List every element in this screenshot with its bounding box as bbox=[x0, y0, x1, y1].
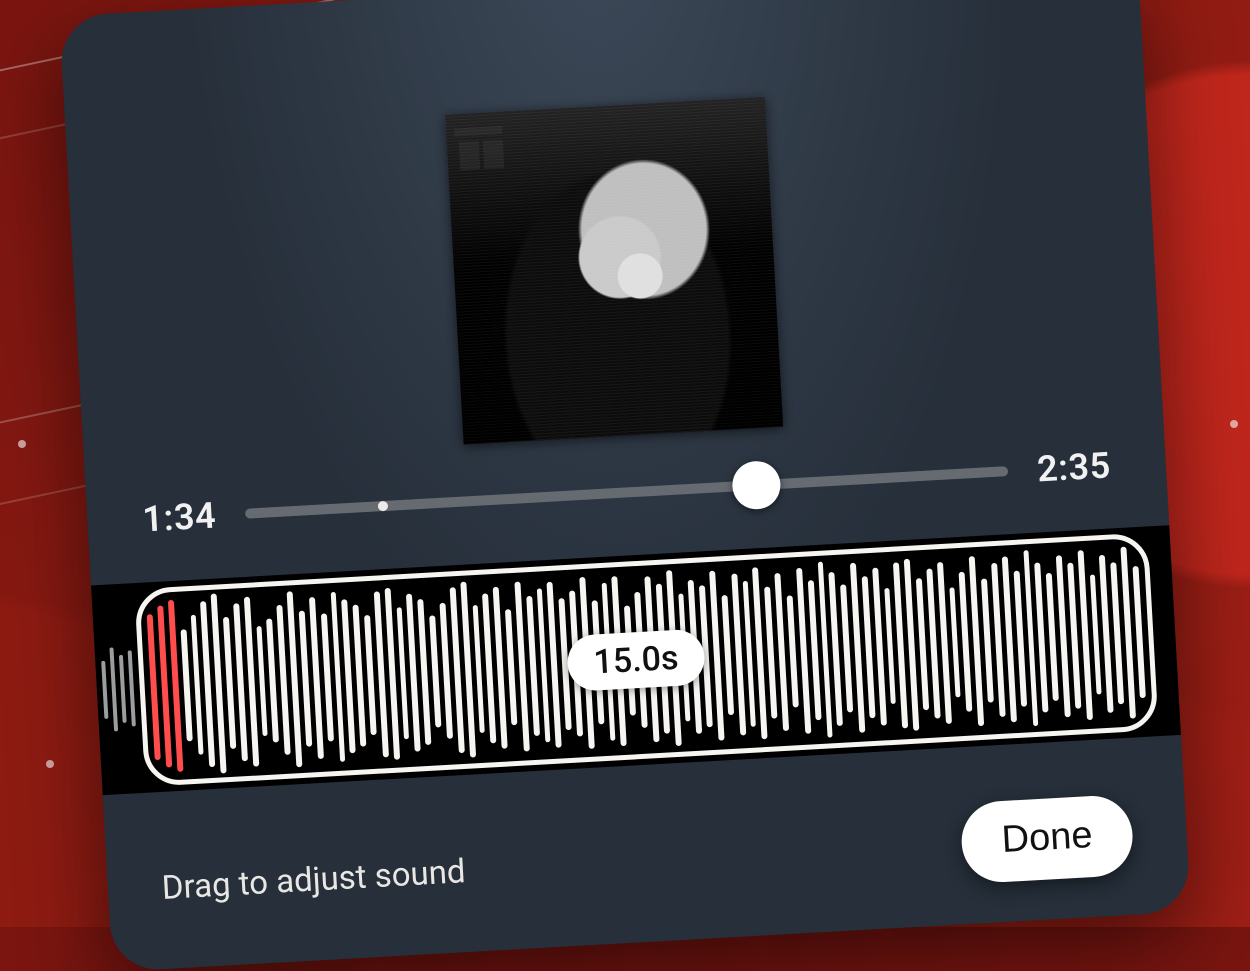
waveform-bar bbox=[109, 647, 118, 731]
playback-knob[interactable] bbox=[731, 459, 782, 510]
waveform-bar bbox=[1013, 570, 1026, 705]
waveform-bar bbox=[884, 587, 896, 704]
waveform-bar bbox=[119, 655, 127, 722]
waveform-bar bbox=[267, 618, 280, 742]
waveform-bar bbox=[321, 613, 334, 741]
waveform-bar bbox=[128, 650, 136, 726]
waveform-bar bbox=[787, 594, 799, 707]
playback-progress-row: 1:34 2:35 bbox=[134, 444, 1119, 541]
drag-hint: Drag to adjust sound bbox=[161, 852, 467, 908]
album-art bbox=[445, 97, 783, 444]
sound-trim-panel: 1:34 2:35 15.0s Drag to adjust sound Don… bbox=[59, 0, 1191, 971]
waveform-bar bbox=[505, 608, 517, 725]
waveform-bar bbox=[180, 628, 192, 741]
playback-slider[interactable] bbox=[245, 466, 1008, 519]
waveform-bar bbox=[1163, 605, 1166, 655]
waveform-bar bbox=[429, 614, 441, 727]
decorative-dot bbox=[46, 760, 54, 768]
waveform-bar bbox=[1089, 574, 1102, 694]
decorative-dot bbox=[18, 440, 26, 448]
current-time: 1:34 bbox=[134, 494, 224, 541]
done-button[interactable]: Done bbox=[960, 793, 1135, 883]
waveform-bar bbox=[1132, 566, 1145, 698]
waveform-bar bbox=[364, 614, 377, 734]
waveform-bar bbox=[101, 660, 108, 719]
decorative-dot bbox=[1230, 420, 1238, 428]
waveform-bar bbox=[949, 587, 961, 696]
waveform-bar bbox=[721, 594, 734, 714]
clip-duration-pill: 15.0s bbox=[566, 628, 706, 692]
waveform-bar bbox=[1167, 586, 1172, 674]
waveform-bar bbox=[256, 626, 268, 735]
total-time: 2:35 bbox=[1029, 444, 1119, 491]
selection-start-tick bbox=[377, 500, 388, 511]
waveform-bar bbox=[981, 578, 994, 702]
waveform-bar bbox=[1157, 593, 1161, 668]
